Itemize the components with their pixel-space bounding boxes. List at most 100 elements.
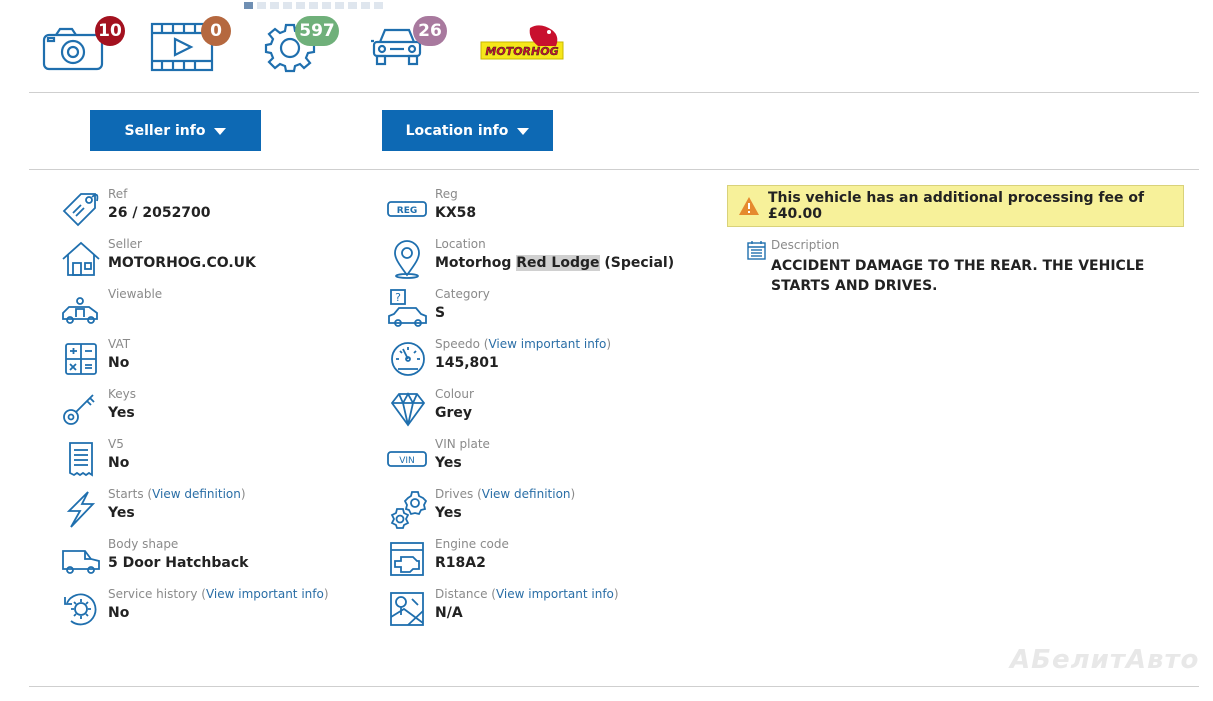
carousel-dot[interactable] — [283, 2, 292, 9]
car-person-icon — [62, 297, 98, 324]
detail-value: Yes — [108, 405, 135, 421]
view-definition-link[interactable]: View definition — [152, 487, 241, 501]
carousel-dot[interactable] — [257, 2, 266, 9]
van-icon — [62, 550, 100, 574]
detail-label: Category — [435, 287, 490, 301]
carousel-dot[interactable] — [244, 2, 253, 9]
detail-value: No — [108, 455, 130, 471]
seller-info-button[interactable]: Seller info — [90, 110, 261, 151]
vehicles-count-badge: 26 — [413, 16, 447, 46]
detail-value: No — [108, 355, 130, 371]
detail-value: MOTORHOG.CO.UK — [108, 255, 256, 271]
detail-value: R18A2 — [435, 555, 486, 571]
engine-code-icon — [390, 542, 424, 576]
vin-plate-icon: VIN — [387, 451, 427, 467]
gears-icon — [390, 491, 428, 529]
detail-label: Speedo (View important info) — [435, 337, 612, 351]
detail-value: No — [108, 605, 130, 621]
house-icon — [62, 241, 100, 276]
lightning-icon — [66, 491, 96, 528]
description-label: Description — [771, 238, 840, 252]
detail-value: Motorhog Red Lodge (Special) — [435, 255, 675, 271]
carousel-dots[interactable] — [244, 2, 383, 9]
detail-label: Seller — [108, 237, 142, 251]
view-important-info-link[interactable]: View important info — [206, 587, 324, 601]
detail-value: Grey — [435, 405, 473, 421]
calculator-icon — [65, 343, 97, 375]
motorhog-logo: MOTORHOG — [480, 24, 564, 64]
detail-label: Engine code — [435, 537, 509, 551]
videos-count-badge: 0 — [201, 16, 231, 46]
watermark: АБелитАвто — [1010, 645, 1200, 675]
map-pin-icon — [394, 240, 420, 279]
detail-value: Yes — [435, 505, 462, 521]
processing-fee-warning: This vehicle has an additional processin… — [727, 185, 1184, 227]
warning-text: This vehicle has an additional processin… — [768, 190, 1145, 222]
logo-text: MOTORHOG — [485, 45, 558, 58]
detail-value: Yes — [435, 455, 462, 471]
location-info-label: Location info — [405, 122, 509, 139]
carousel-dot[interactable] — [309, 2, 318, 9]
carousel-dot[interactable] — [296, 2, 305, 9]
detail-value: 26 / 2052700 — [108, 205, 211, 221]
document-icon — [69, 442, 93, 477]
videos-button[interactable]: 0 — [150, 16, 231, 76]
detail-label: Keys — [108, 387, 137, 401]
tag-icon — [62, 193, 99, 227]
map-distance-icon — [390, 592, 424, 626]
carousel-dot[interactable] — [270, 2, 279, 9]
detail-label: Location — [435, 237, 486, 251]
reg-plate-icon: REG — [387, 201, 427, 217]
carousel-dot[interactable] — [361, 2, 370, 9]
svg-text:?: ? — [395, 291, 401, 304]
photos-button[interactable]: 10 — [42, 16, 125, 75]
svg-text:REG: REG — [397, 206, 417, 216]
calendar-icon — [747, 241, 766, 260]
divider — [29, 92, 1199, 93]
key-icon — [63, 394, 95, 425]
seller-info-label: Seller info — [124, 122, 206, 139]
detail-value: N/A — [435, 605, 463, 621]
detail-value: S — [435, 305, 446, 321]
detail-label: Drives (View definition) — [435, 487, 576, 501]
detail-label: VIN plate — [435, 437, 490, 451]
warning-icon — [739, 197, 759, 215]
detail-value: 5 Door Hatchback — [108, 555, 249, 571]
carousel-dot[interactable] — [322, 2, 331, 9]
svg-text:VIN: VIN — [399, 456, 415, 466]
detail-label: Service history (View important info) — [108, 587, 329, 601]
detail-label: Body shape — [108, 537, 179, 551]
photos-count-badge: 10 — [95, 16, 125, 46]
service-gear-icon — [64, 593, 97, 626]
detail-label: V5 — [108, 437, 124, 451]
detail-label: Ref — [108, 187, 128, 201]
caret-down-icon — [214, 127, 227, 135]
detail-label: Viewable — [108, 287, 163, 301]
parts-count-badge: 597 — [295, 16, 339, 46]
detail-label: Distance (View important info) — [435, 587, 619, 601]
detail-value: Yes — [108, 505, 135, 521]
vehicles-button[interactable]: 26 — [371, 16, 447, 72]
speedometer-icon — [391, 342, 425, 376]
location-info-button[interactable]: Location info — [382, 110, 553, 151]
detail-label: Reg — [435, 187, 458, 201]
detail-label: Colour — [435, 387, 474, 401]
parts-button[interactable]: 597 — [264, 16, 339, 76]
detail-label: VAT — [108, 337, 131, 351]
detail-value: 145,801 — [435, 355, 499, 371]
divider — [29, 169, 1199, 170]
caret-down-icon — [517, 127, 530, 135]
divider — [29, 686, 1199, 687]
view-important-info-link[interactable]: View important info — [488, 337, 606, 351]
carousel-dot[interactable] — [335, 2, 344, 9]
carousel-dot[interactable] — [348, 2, 357, 9]
view-important-info-link[interactable]: View important info — [496, 587, 614, 601]
view-definition-link[interactable]: View definition — [482, 487, 571, 501]
detail-label: Starts (View definition) — [108, 487, 246, 501]
diamond-icon — [390, 392, 426, 427]
highlighted-text: Red Lodge — [516, 255, 600, 271]
car-question-icon: ? — [388, 289, 427, 327]
carousel-dot[interactable] — [374, 2, 383, 9]
description-value: ACCIDENT DAMAGE TO THE REAR. THE VEHICLE… — [771, 258, 1145, 294]
detail-value: KX58 — [435, 205, 477, 221]
